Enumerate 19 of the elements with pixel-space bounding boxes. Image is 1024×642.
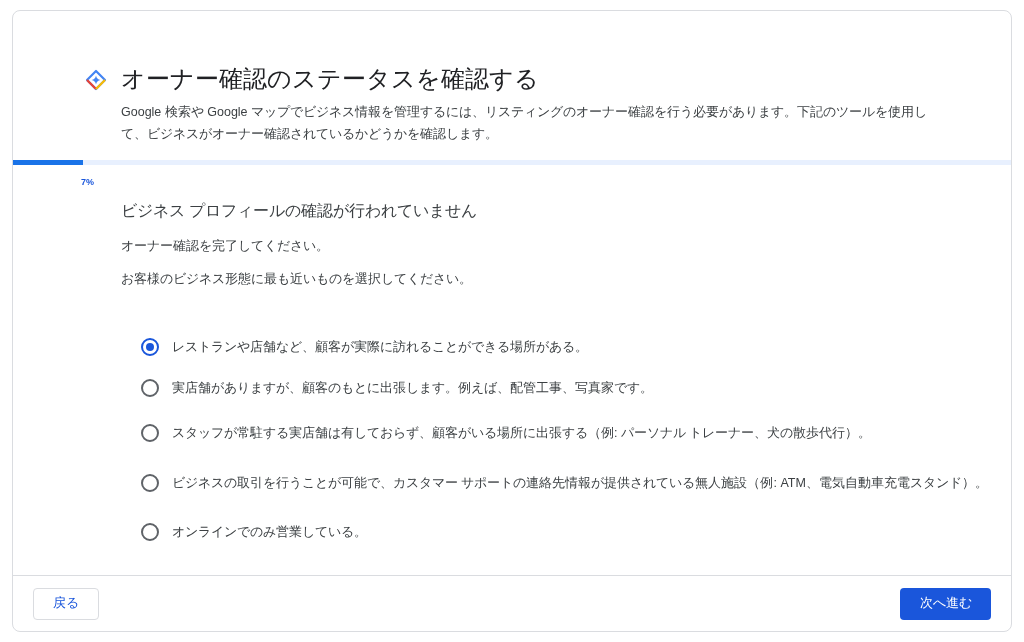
page-title: オーナー確認のステータスを確認する <box>121 64 540 94</box>
option-label[interactable]: スタッフが常駐する実店舗は有しておらず、顧客がいる場所に出張する（例: パーソナル トレーナー、犬の散歩代行）。 <box>172 424 872 442</box>
option-label[interactable]: 実店舗がありますが、顧客のもとに出張します。例えば、配管工事、写真家です。 <box>172 379 653 397</box>
description: Google 検索や Google マップでビジネス情報を管理するには、リスティングのオーナー確認を行う必要があります。下記のツールを使用して、ビジネスがオーナー確認されているかどうかを確認します。 <box>121 104 929 143</box>
option-label[interactable]: レストランや店舗など、顧客が実際に訪れることができる場所がある。 <box>172 338 588 356</box>
option-label[interactable]: オンラインでのみ営業している。 <box>172 523 367 541</box>
option-label[interactable]: ビジネスの取引を行うことが可能で、カスタマー サポートの連絡先情報が提供されている無人施設（例: ATM、電気自動車充電スタンド）。 <box>172 474 988 492</box>
instruction-text: お客様のビジネス形態に最も近いものを選択してください。 <box>121 271 473 288</box>
next-button[interactable]: 次へ進む <box>900 587 991 620</box>
back-button[interactable]: 戻る <box>33 587 99 620</box>
sparkle-diamond-icon <box>85 69 107 91</box>
radio-button[interactable] <box>141 474 159 492</box>
section-heading: ビジネス プロフィールの確認が行われていません <box>121 201 479 221</box>
progress-percentage: 7% <box>80 176 95 187</box>
radio-button[interactable] <box>141 338 159 356</box>
instruction-text: オーナー確認を完了してください。 <box>121 238 330 255</box>
radio-button[interactable] <box>141 424 159 442</box>
radio-button[interactable] <box>141 523 159 541</box>
radio-button[interactable] <box>141 379 159 397</box>
